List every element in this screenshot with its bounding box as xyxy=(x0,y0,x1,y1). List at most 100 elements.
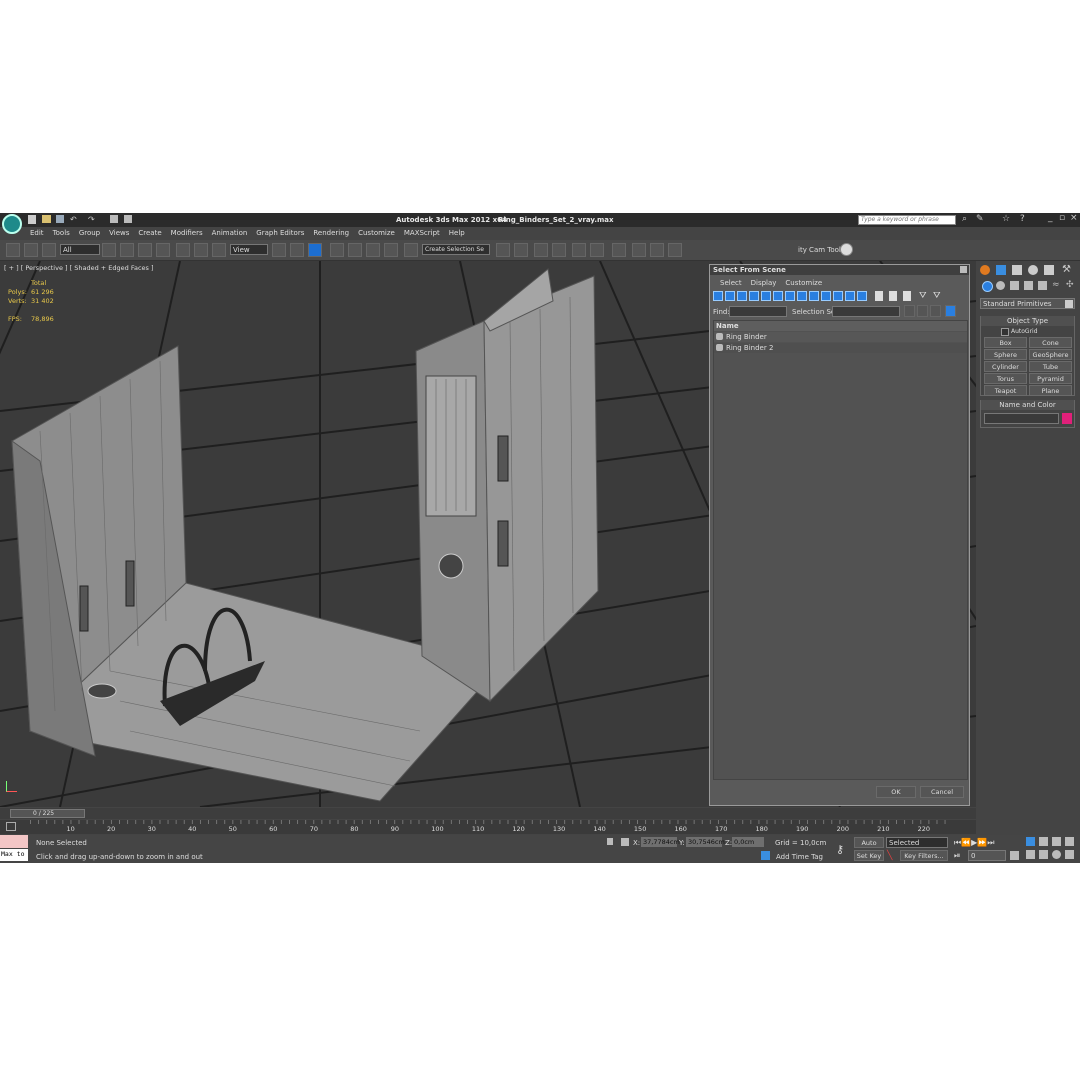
selection-filter-dropdown[interactable]: All xyxy=(60,244,100,255)
mini-curve-editor-icon[interactable] xyxy=(6,822,16,831)
set-select-icon[interactable] xyxy=(930,305,941,317)
viewport-label[interactable]: [ + ] [ Perspective ] [ Shaded + Edged F… xyxy=(4,264,154,272)
list-item[interactable]: Ring Binder 2 xyxy=(714,343,967,353)
percent-snap-icon[interactable] xyxy=(366,243,380,257)
y-coord-field[interactable]: 30,7546cm xyxy=(686,837,725,847)
bind-space-warp-icon[interactable] xyxy=(42,243,56,257)
window-crossing-icon[interactable] xyxy=(156,243,170,257)
open-icon[interactable] xyxy=(42,215,51,223)
absolute-mode-icon[interactable] xyxy=(621,838,629,846)
menu-maxscript[interactable]: MAXScript xyxy=(404,229,440,237)
find-input[interactable] xyxy=(729,306,787,317)
create-tab-icon[interactable] xyxy=(980,265,990,275)
object-type-title[interactable]: Object Type xyxy=(981,316,1074,326)
filter-geometry-icon[interactable] xyxy=(713,291,723,301)
filter-hidden-icon[interactable] xyxy=(845,291,855,301)
display-tab-icon[interactable] xyxy=(1044,265,1054,275)
plane-button[interactable]: Plane xyxy=(1029,385,1072,396)
key-filters-button[interactable]: Key Filters... xyxy=(900,850,948,861)
edit-named-sets-icon[interactable] xyxy=(404,243,418,257)
help-icon[interactable]: ? xyxy=(1020,214,1025,224)
move-icon[interactable] xyxy=(176,243,190,257)
lock-selection-icon[interactable] xyxy=(607,838,613,845)
material-editor-icon[interactable] xyxy=(612,243,626,257)
goto-end-icon[interactable]: ⏭ xyxy=(987,838,994,847)
geosphere-button[interactable]: GeoSphere xyxy=(1029,349,1072,360)
app-logo-icon[interactable] xyxy=(2,214,22,234)
field-of-view-icon[interactable] xyxy=(1026,850,1035,859)
cone-button[interactable]: Cone xyxy=(1029,337,1072,348)
filter-funnel-icon[interactable]: ⛛ xyxy=(919,291,927,301)
next-frame-icon[interactable]: ⏩ xyxy=(977,838,987,847)
search-input[interactable]: Type a keyword or phrase xyxy=(858,215,956,225)
set-add-icon[interactable] xyxy=(904,305,915,317)
ref-coord-dropdown[interactable]: View xyxy=(230,244,268,255)
schematic-view-icon[interactable] xyxy=(590,243,604,257)
graphite-tools-icon[interactable] xyxy=(552,243,566,257)
pyramid-button[interactable]: Pyramid xyxy=(1029,373,1072,384)
cam-tool-icon[interactable] xyxy=(840,243,853,256)
zoom-extents-all-icon[interactable] xyxy=(1065,837,1074,846)
maxscript-input[interactable]: Max to xyxy=(0,849,28,861)
time-slider-thumb[interactable]: 0 / 225 xyxy=(10,809,85,818)
autogrid-checkbox[interactable] xyxy=(1001,328,1009,336)
pan-icon[interactable] xyxy=(1039,850,1048,859)
workspace-icon[interactable] xyxy=(124,215,132,223)
menu-group[interactable]: Group xyxy=(79,229,100,237)
set-key-button[interactable]: Set Key xyxy=(854,850,884,861)
ok-button[interactable]: OK xyxy=(876,786,916,798)
filter-xrefs-icon[interactable] xyxy=(797,291,807,301)
select-manipulate-icon[interactable] xyxy=(290,243,304,257)
menu-graph-editors[interactable]: Graph Editors xyxy=(256,229,304,237)
filter-frozen-icon[interactable] xyxy=(833,291,843,301)
scale-icon[interactable] xyxy=(212,243,226,257)
sphere-button[interactable]: Sphere xyxy=(984,349,1027,360)
select-none-icon[interactable] xyxy=(889,291,897,301)
align-icon[interactable] xyxy=(514,243,528,257)
object-color-swatch[interactable] xyxy=(1062,413,1072,424)
key-mode-toggle-icon[interactable]: ⏯ xyxy=(954,851,960,861)
maxscript-listener[interactable] xyxy=(0,835,28,848)
rotate-icon[interactable] xyxy=(194,243,208,257)
geometry-category-icon[interactable] xyxy=(982,281,993,292)
favorites-icon[interactable]: ☆ xyxy=(1002,214,1010,224)
list-item[interactable]: Ring Binder xyxy=(714,332,967,342)
filter-cameras-icon[interactable] xyxy=(749,291,759,301)
snap-toggle-icon[interactable] xyxy=(330,243,344,257)
cancel-button[interactable]: Cancel xyxy=(920,786,964,798)
set-remove-icon[interactable] xyxy=(917,305,928,317)
tube-button[interactable]: Tube xyxy=(1029,361,1072,372)
x-coord-field[interactable]: 37,7784cm xyxy=(641,837,680,847)
hierarchy-tab-icon[interactable] xyxy=(1012,265,1022,275)
filter-groups-icon[interactable] xyxy=(785,291,795,301)
add-time-tag-button[interactable]: Add Time Tag xyxy=(776,853,823,861)
filter-shapes-icon[interactable] xyxy=(725,291,735,301)
redo-icon[interactable]: ↷ xyxy=(88,215,95,224)
project-icon[interactable] xyxy=(110,215,118,223)
filter-containers-icon[interactable] xyxy=(821,291,831,301)
menu-tools[interactable]: Tools xyxy=(53,229,70,237)
time-config-icon[interactable] xyxy=(1010,851,1019,860)
helpers-category-icon[interactable] xyxy=(1038,281,1047,290)
curve-editor-icon[interactable] xyxy=(572,243,586,257)
filter-options-icon[interactable]: ⛛ xyxy=(933,291,941,301)
primitive-type-dropdown[interactable]: Standard Primitives xyxy=(980,298,1075,309)
object-name-input[interactable] xyxy=(984,413,1059,424)
dialog-menu-customize[interactable]: Customize xyxy=(785,279,822,287)
menu-rendering[interactable]: Rendering xyxy=(313,229,349,237)
cameras-category-icon[interactable] xyxy=(1024,281,1033,290)
modify-tab-icon[interactable] xyxy=(996,265,1006,275)
add-time-tag-icon[interactable] xyxy=(761,851,770,860)
restore-icon[interactable]: ▫ xyxy=(1059,213,1065,223)
menu-edit[interactable]: Edit xyxy=(30,229,44,237)
z-coord-field[interactable]: 0,0cm xyxy=(732,837,764,847)
dialog-menu-display[interactable]: Display xyxy=(751,279,777,287)
filter-lights-icon[interactable] xyxy=(737,291,747,301)
select-object-icon[interactable] xyxy=(102,243,116,257)
menu-views[interactable]: Views xyxy=(109,229,129,237)
motion-tab-icon[interactable] xyxy=(1028,265,1038,275)
menu-create[interactable]: Create xyxy=(138,229,161,237)
keyboard-shortcut-icon[interactable] xyxy=(308,243,322,257)
name-column-header[interactable]: Name xyxy=(714,321,967,331)
key-icon[interactable]: ⚷ xyxy=(836,843,844,856)
